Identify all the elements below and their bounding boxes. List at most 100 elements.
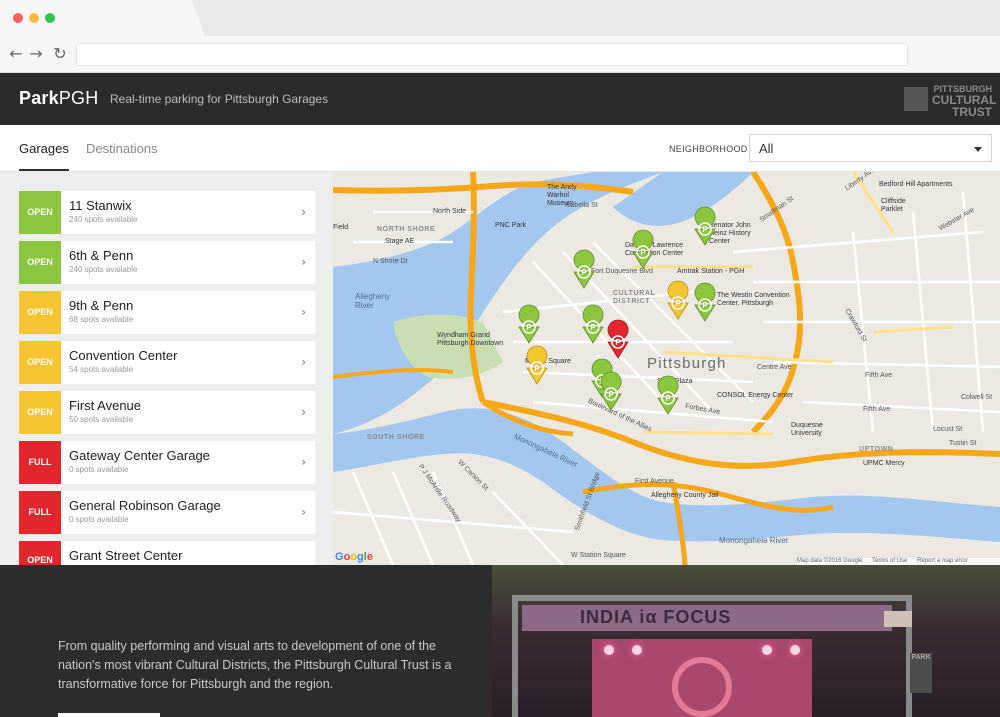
garage-name: Convention Center <box>69 348 178 363</box>
parking-map[interactable]: NORTH SHORE CULTURAL DISTRICT SOUTH SHOR… <box>333 172 1000 565</box>
status-badge: FULL <box>19 441 61 484</box>
neighborhood-label: NEIGHBORHOOD <box>669 144 748 154</box>
chevron-right-icon: › <box>301 255 306 269</box>
garage-name: 11 Stanwix <box>69 198 132 213</box>
map-footer: Map data ©2016 Google Terms of Use Repor… <box>797 558 1000 565</box>
svg-text:P: P <box>608 390 614 399</box>
tab-garages[interactable]: Garages <box>19 141 69 156</box>
stage-banner-text: INDIA iα FOCUS <box>580 607 732 627</box>
svg-text:P: P <box>675 299 681 308</box>
terms-link[interactable]: Terms of Use <box>872 558 907 564</box>
parking-pin[interactable]: P <box>694 282 716 322</box>
parking-pin[interactable]: P <box>526 345 548 385</box>
chevron-down-icon <box>974 147 982 152</box>
brand-suffix: PGH <box>58 88 99 108</box>
address-bar[interactable] <box>76 43 908 66</box>
status-badge: FULL <box>19 491 61 534</box>
status-badge: OPEN <box>19 391 61 434</box>
stage-logo <box>672 657 732 717</box>
brand-prefix: Park <box>19 88 59 108</box>
garage-item[interactable]: OPEN 11 Stanwix 240 spots available › <box>19 191 315 234</box>
close-window-button[interactable] <box>13 13 23 23</box>
app-logo[interactable]: ParkPGH <box>19 88 98 109</box>
status-badge: OPEN <box>19 191 61 234</box>
garage-item[interactable]: FULL General Robinson Garage 0 spots ava… <box>19 491 315 534</box>
chevron-right-icon: › <box>301 505 306 519</box>
garage-name: 9th & Penn <box>69 298 134 313</box>
status-badge: OPEN <box>19 541 61 565</box>
svg-text:P: P <box>665 394 671 403</box>
parking-pin[interactable]: P <box>632 229 654 269</box>
status-badge: OPEN <box>19 291 61 334</box>
neighborhood-value: All <box>759 141 774 156</box>
garage-name: General Robinson Garage <box>69 498 221 513</box>
garage-spots: 240 spots available <box>69 265 138 274</box>
browser-titlebar <box>0 0 1000 36</box>
svg-text:P: P <box>590 323 596 332</box>
parking-pin[interactable]: P <box>694 206 716 246</box>
active-tab-indicator <box>19 169 69 171</box>
parking-pin[interactable]: P <box>657 375 679 415</box>
chevron-right-icon: › <box>301 405 306 419</box>
app-tagline: Real-time parking for Pittsburgh Garages <box>110 92 329 106</box>
svg-text:P: P <box>534 364 540 373</box>
parking-pin[interactable]: P <box>667 280 689 320</box>
forward-arrow-icon[interactable]: → <box>28 44 44 64</box>
tabs-bar: Garages Destinations NEIGHBORHOOD All <box>0 125 1000 172</box>
svg-text:P: P <box>526 323 532 332</box>
neighborhood-select[interactable]: All <box>749 134 992 162</box>
promo-section: From quality performing and visual arts … <box>0 565 1000 717</box>
stage-truss <box>512 595 912 601</box>
garage-spots: 68 spots available <box>69 315 134 324</box>
sponsor-line-3: TRUST <box>952 105 992 119</box>
stage-truss <box>512 595 518 717</box>
garage-item[interactable]: OPEN Grant Street Center <box>19 541 315 565</box>
map-data-credit: Map data ©2016 Google <box>797 558 863 564</box>
garage-spots: 0 spots available <box>69 515 129 524</box>
svg-text:P: P <box>702 225 708 234</box>
parking-pin[interactable]: P <box>607 319 629 359</box>
garage-item[interactable]: OPEN 9th & Penn 68 spots available › <box>19 291 315 334</box>
svg-text:P: P <box>581 268 587 277</box>
parking-pin[interactable]: P <box>573 249 595 289</box>
garage-name: 6th & Penn <box>69 248 134 263</box>
parking-pin[interactable]: P <box>582 304 604 344</box>
garage-item[interactable]: OPEN 6th & Penn 240 spots available › <box>19 241 315 284</box>
sponsor-logo[interactable]: PITTSBURGH CULTURAL TRUST <box>904 85 996 118</box>
svg-text:P: P <box>615 338 621 347</box>
promo-photo: INDIA iα FOCUS PARK <box>492 565 1000 717</box>
pin-layer: P P P P P P P P P P P P <box>518 206 716 415</box>
promo-button[interactable] <box>58 713 160 717</box>
stage-light <box>632 645 642 655</box>
parking-pin[interactable]: P <box>518 304 540 344</box>
stage-light <box>604 645 614 655</box>
garage-item[interactable]: OPEN First Avenue 50 spots available › <box>19 391 315 434</box>
stage-light <box>762 645 772 655</box>
report-error-link[interactable]: Report a map error <box>917 558 968 564</box>
sponsor-wordmark: PITTSBURGH CULTURAL TRUST <box>932 85 996 119</box>
reload-icon[interactable]: ↻ <box>52 44 68 64</box>
promo-text: From quality performing and visual arts … <box>58 639 452 691</box>
garage-item[interactable]: FULL Gateway Center Garage 0 spots avail… <box>19 441 315 484</box>
maximize-window-button[interactable] <box>45 13 55 23</box>
tab-destinations[interactable]: Destinations <box>86 141 158 156</box>
svg-text:P: P <box>640 248 646 257</box>
minimize-window-button[interactable] <box>29 13 39 23</box>
status-badge: OPEN <box>19 241 61 284</box>
sponsor-mark-icon <box>904 87 928 111</box>
park-sign: PARK <box>910 653 932 693</box>
garage-spots: 240 spots available <box>69 215 138 224</box>
garage-name: Gateway Center Garage <box>69 448 210 463</box>
garage-list[interactable]: OPEN 11 Stanwix 240 spots available › OP… <box>0 172 333 565</box>
garage-item[interactable]: OPEN Convention Center 54 spots availabl… <box>19 341 315 384</box>
status-badge: OPEN <box>19 341 61 384</box>
garage-spots: 54 spots available <box>69 365 134 374</box>
chevron-right-icon: › <box>301 305 306 319</box>
chevron-right-icon: › <box>301 355 306 369</box>
svg-text:P: P <box>702 301 708 310</box>
chevron-right-icon: › <box>301 455 306 469</box>
garage-spots: 0 spots available <box>69 465 129 474</box>
back-arrow-icon[interactable]: ← <box>8 44 24 64</box>
chevron-right-icon: › <box>301 205 306 219</box>
garage-name: First Avenue <box>69 398 142 413</box>
